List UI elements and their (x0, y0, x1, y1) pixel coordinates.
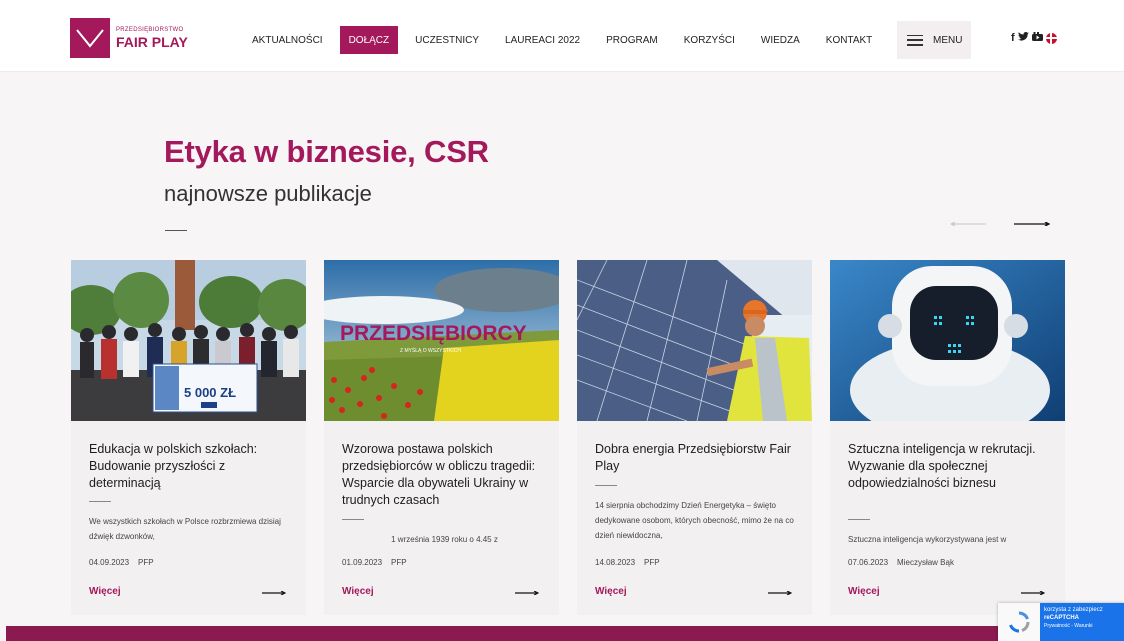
recaptcha-line1: korzysta z zabezpiecz (1044, 607, 1103, 613)
article-card[interactable]: Dobra energia Przedsiębiorstw Fair Play … (577, 260, 812, 615)
article-title[interactable]: Sztuczna inteligencja w rekrutacji. Wyzw… (848, 441, 1048, 492)
english-language-flag-icon[interactable] (1045, 32, 1057, 44)
article-author: PFP (391, 558, 407, 567)
article-author: PFP (138, 558, 154, 567)
menu-button-label: MENU (933, 34, 963, 46)
nav-item-kontakt[interactable]: KONTAKT (826, 26, 872, 54)
article-title[interactable]: Dobra energia Przedsiębiorstw Fair Play (595, 441, 795, 475)
site-logo[interactable]: PRZEDSIĘBIORSTWO FAIR PLAY (70, 18, 188, 58)
article-author: PFP (644, 558, 660, 567)
logo-small-text: PRZEDSIĘBIORSTWO (116, 27, 184, 33)
twitter-icon[interactable] (1017, 31, 1029, 44)
hamburger-icon (907, 34, 923, 46)
main-nav: AKTUALNOŚCI DOŁĄCZ UCZESTNICY LAUREACI 2… (252, 23, 898, 57)
section-title: Etyka w biznesie, CSR (164, 134, 489, 169)
article-meta: 01.09.2023 PFP (342, 558, 407, 567)
article-card[interactable]: Sztuczna inteligencja w rekrutacji. Wyzw… (830, 260, 1065, 615)
article-image-fields[interactable]: PRZEDSIĘBIORCY Z MYŚLĄ O WSZYSTKICH (324, 260, 559, 421)
recaptcha-icon (998, 603, 1040, 641)
article-excerpt: Sztuczna inteligencja wykorzystywana jes… (848, 535, 1007, 544)
recaptcha-privacy-link[interactable]: Prywatność - Warunki (1044, 622, 1120, 630)
article-excerpt: 14 sierpnia obchodzimy Dzień Energetyka … (595, 501, 794, 540)
nav-item-program[interactable]: PROGRAM (606, 26, 658, 54)
article-card[interactable]: 5 000 ZŁ Edukacja w polskich szkołach: B… (71, 260, 306, 615)
article-image-solar-panels[interactable] (577, 260, 812, 421)
article-author: Mieczysław Bąk (897, 558, 954, 567)
article-date: 07.06.2023 (848, 558, 889, 567)
article-date: 04.09.2023 (89, 558, 130, 567)
article-excerpt: We wszystkich szkołach w Polsce rozbrzmi… (89, 517, 281, 541)
image-banner-subtext: Z MYŚLĄ O WSZYSTKICH (400, 346, 461, 354)
recaptcha-badge[interactable]: korzysta z zabezpiecz reCAPTCHA Prywatno… (998, 603, 1124, 641)
article-more-link[interactable]: Więcej (848, 586, 880, 597)
facebook-icon[interactable]: f (1011, 32, 1015, 44)
article-arrow-icon[interactable] (1021, 591, 1045, 595)
article-meta: 14.08.2023 PFP (595, 558, 660, 567)
image-banner-text: PRZEDSIĘBIORCY (340, 322, 527, 345)
article-card[interactable]: PRZEDSIĘBIORCY Z MYŚLĄ O WSZYSTKICH Wzor… (324, 260, 559, 615)
article-arrow-icon[interactable] (262, 591, 286, 595)
article-arrow-icon[interactable] (515, 591, 539, 595)
youtube-icon[interactable] (1031, 32, 1043, 44)
recaptcha-text: korzysta z zabezpiecz reCAPTCHA Prywatno… (1040, 603, 1124, 641)
article-excerpt: 1 września 1939 roku o 4.45 z (391, 535, 498, 544)
nav-item-dolacz[interactable]: DOŁĄCZ (339, 26, 399, 54)
article-image-robot[interactable] (830, 260, 1065, 421)
article-date: 14.08.2023 (595, 558, 636, 567)
article-more-link[interactable]: Więcej (595, 586, 627, 597)
nav-item-aktualnosci[interactable]: AKTUALNOŚCI (252, 26, 323, 54)
article-more-link[interactable]: Więcej (89, 586, 121, 597)
carousel-prev-arrow-icon[interactable] (950, 222, 986, 226)
image-check-amount: 5 000 ZŁ (184, 385, 236, 400)
article-title[interactable]: Edukacja w polskich szkołach: Budowanie … (89, 441, 289, 492)
article-meta: 07.06.2023 Mieczysław Bąk (848, 558, 954, 567)
nav-item-wiedza[interactable]: WIEDZA (761, 26, 800, 54)
article-divider (848, 519, 870, 520)
nav-item-laureaci[interactable]: LAUREACI 2022 (505, 26, 580, 54)
nav-item-uczestnicy[interactable]: UCZESTNICY (415, 26, 479, 54)
article-divider (342, 519, 364, 520)
menu-button[interactable]: MENU (897, 21, 971, 59)
article-arrow-icon[interactable] (768, 591, 792, 595)
logo-text: PRZEDSIĘBIORSTWO FAIR PLAY (116, 27, 188, 49)
carousel-next-arrow-icon[interactable] (1014, 222, 1050, 226)
nav-item-korzysci[interactable]: KORZYŚCI (684, 26, 735, 54)
article-date: 01.09.2023 (342, 558, 383, 567)
article-more-link[interactable]: Więcej (342, 586, 374, 597)
article-title[interactable]: Wzorowa postawa polskich przedsiębiorców… (342, 441, 542, 509)
logo-big-text: FAIR PLAY (116, 34, 188, 50)
article-meta: 04.09.2023 PFP (89, 558, 154, 567)
section-subtitle: najnowsze publikacje (164, 181, 372, 206)
site-header: PRZEDSIĘBIORSTWO FAIR PLAY AKTUALNOŚCI D… (0, 0, 1124, 72)
title-divider (165, 230, 187, 231)
article-image-school-team[interactable]: 5 000 ZŁ (71, 260, 306, 421)
logo-mark-icon (70, 18, 110, 58)
article-divider (89, 501, 111, 502)
recaptcha-line2: reCAPTCHA (1044, 615, 1080, 621)
article-divider (595, 485, 617, 486)
footer-band (6, 626, 1124, 641)
social-links: f (1011, 31, 1057, 44)
